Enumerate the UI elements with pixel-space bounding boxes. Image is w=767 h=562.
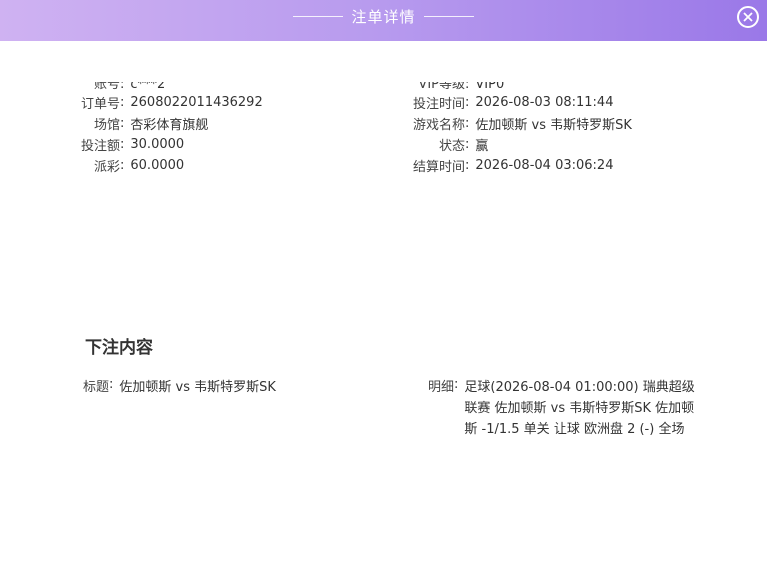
- close-icon: [743, 12, 753, 22]
- order-info-left: 账号: c***2 订单号: 2608022011436292 场馆: 杏彩体育…: [40, 82, 263, 176]
- modal-header: 注单详情: [0, 0, 767, 41]
- bet-amount-label: 投注额: [80, 139, 120, 154]
- game-name-label: 游戏名称: [412, 118, 465, 133]
- status-label: 状态: [438, 139, 465, 154]
- info-row-account: 账号: c***2: [40, 82, 263, 92]
- info-row-venue: 场馆: 杏彩体育旗舰: [40, 113, 263, 134]
- vip-level-label: VIP等级: [418, 82, 465, 92]
- account-value: c***2: [130, 82, 166, 92]
- bet-title-row: 标题: 佐加顿斯 vs 韦斯特罗斯SK: [83, 377, 276, 398]
- account-label: 账号: [93, 82, 120, 92]
- payout-value: 60.0000: [130, 158, 185, 173]
- settle-time-value: 2026-08-04 03:06:24: [475, 158, 614, 173]
- settle-time-label: 结算时间: [412, 160, 465, 175]
- order-id-label: 订单号: [80, 97, 120, 112]
- bet-detail-row: 明细: 足球(2026-08-04 01:00:00) 瑞典超级联赛 佐加顿斯 …: [428, 377, 699, 440]
- info-row-order-id: 订单号: 2608022011436292: [40, 92, 263, 113]
- vip-level-value: VIP0: [475, 82, 505, 92]
- venue-value: 杏彩体育旗舰: [130, 118, 209, 133]
- info-row-vip-level: VIP等级: VIP0: [370, 82, 632, 92]
- bet-detail-label: 明细: [428, 380, 455, 395]
- order-id-value: 2608022011436292: [130, 95, 263, 110]
- bet-amount-value: 30.0000: [130, 137, 185, 152]
- info-row-payout: 派彩: 60.0000: [40, 155, 263, 176]
- info-row-settle-time: 结算时间: 2026-08-04 03:06:24: [370, 155, 632, 176]
- info-row-game-name: 游戏名称: 佐加顿斯 vs 韦斯特罗斯SK: [370, 113, 632, 134]
- title-decor-line-right: [423, 16, 474, 17]
- bet-detail-value: 足球(2026-08-04 01:00:00) 瑞典超级联赛 佐加顿斯 vs 韦…: [464, 380, 695, 437]
- title-decor-line-left: [293, 16, 344, 17]
- bet-title-label: 标题: [83, 380, 110, 395]
- status-value: 赢: [475, 139, 489, 154]
- bet-title-value: 佐加顿斯 vs 韦斯特罗斯SK: [119, 380, 276, 395]
- order-info-right: VIP等级: VIP0 投注时间: 2026-08-03 08:11:44 游戏…: [370, 82, 632, 176]
- bet-time-label: 投注时间: [412, 97, 465, 112]
- venue-label: 场馆: [93, 118, 120, 133]
- payout-label: 派彩: [93, 160, 120, 175]
- bet-time-value: 2026-08-03 08:11:44: [475, 95, 614, 110]
- info-row-bet-time: 投注时间: 2026-08-03 08:11:44: [370, 92, 632, 113]
- modal-title: 注单详情: [351, 8, 416, 26]
- close-button[interactable]: [737, 6, 759, 28]
- info-row-status: 状态: 赢: [370, 134, 632, 155]
- bet-content-heading: 下注内容: [85, 338, 153, 358]
- info-row-bet-amount: 投注额: 30.0000: [40, 134, 263, 155]
- game-name-value: 佐加顿斯 vs 韦斯特罗斯SK: [475, 118, 632, 133]
- modal-title-wrap: 注单详情: [0, 6, 767, 27]
